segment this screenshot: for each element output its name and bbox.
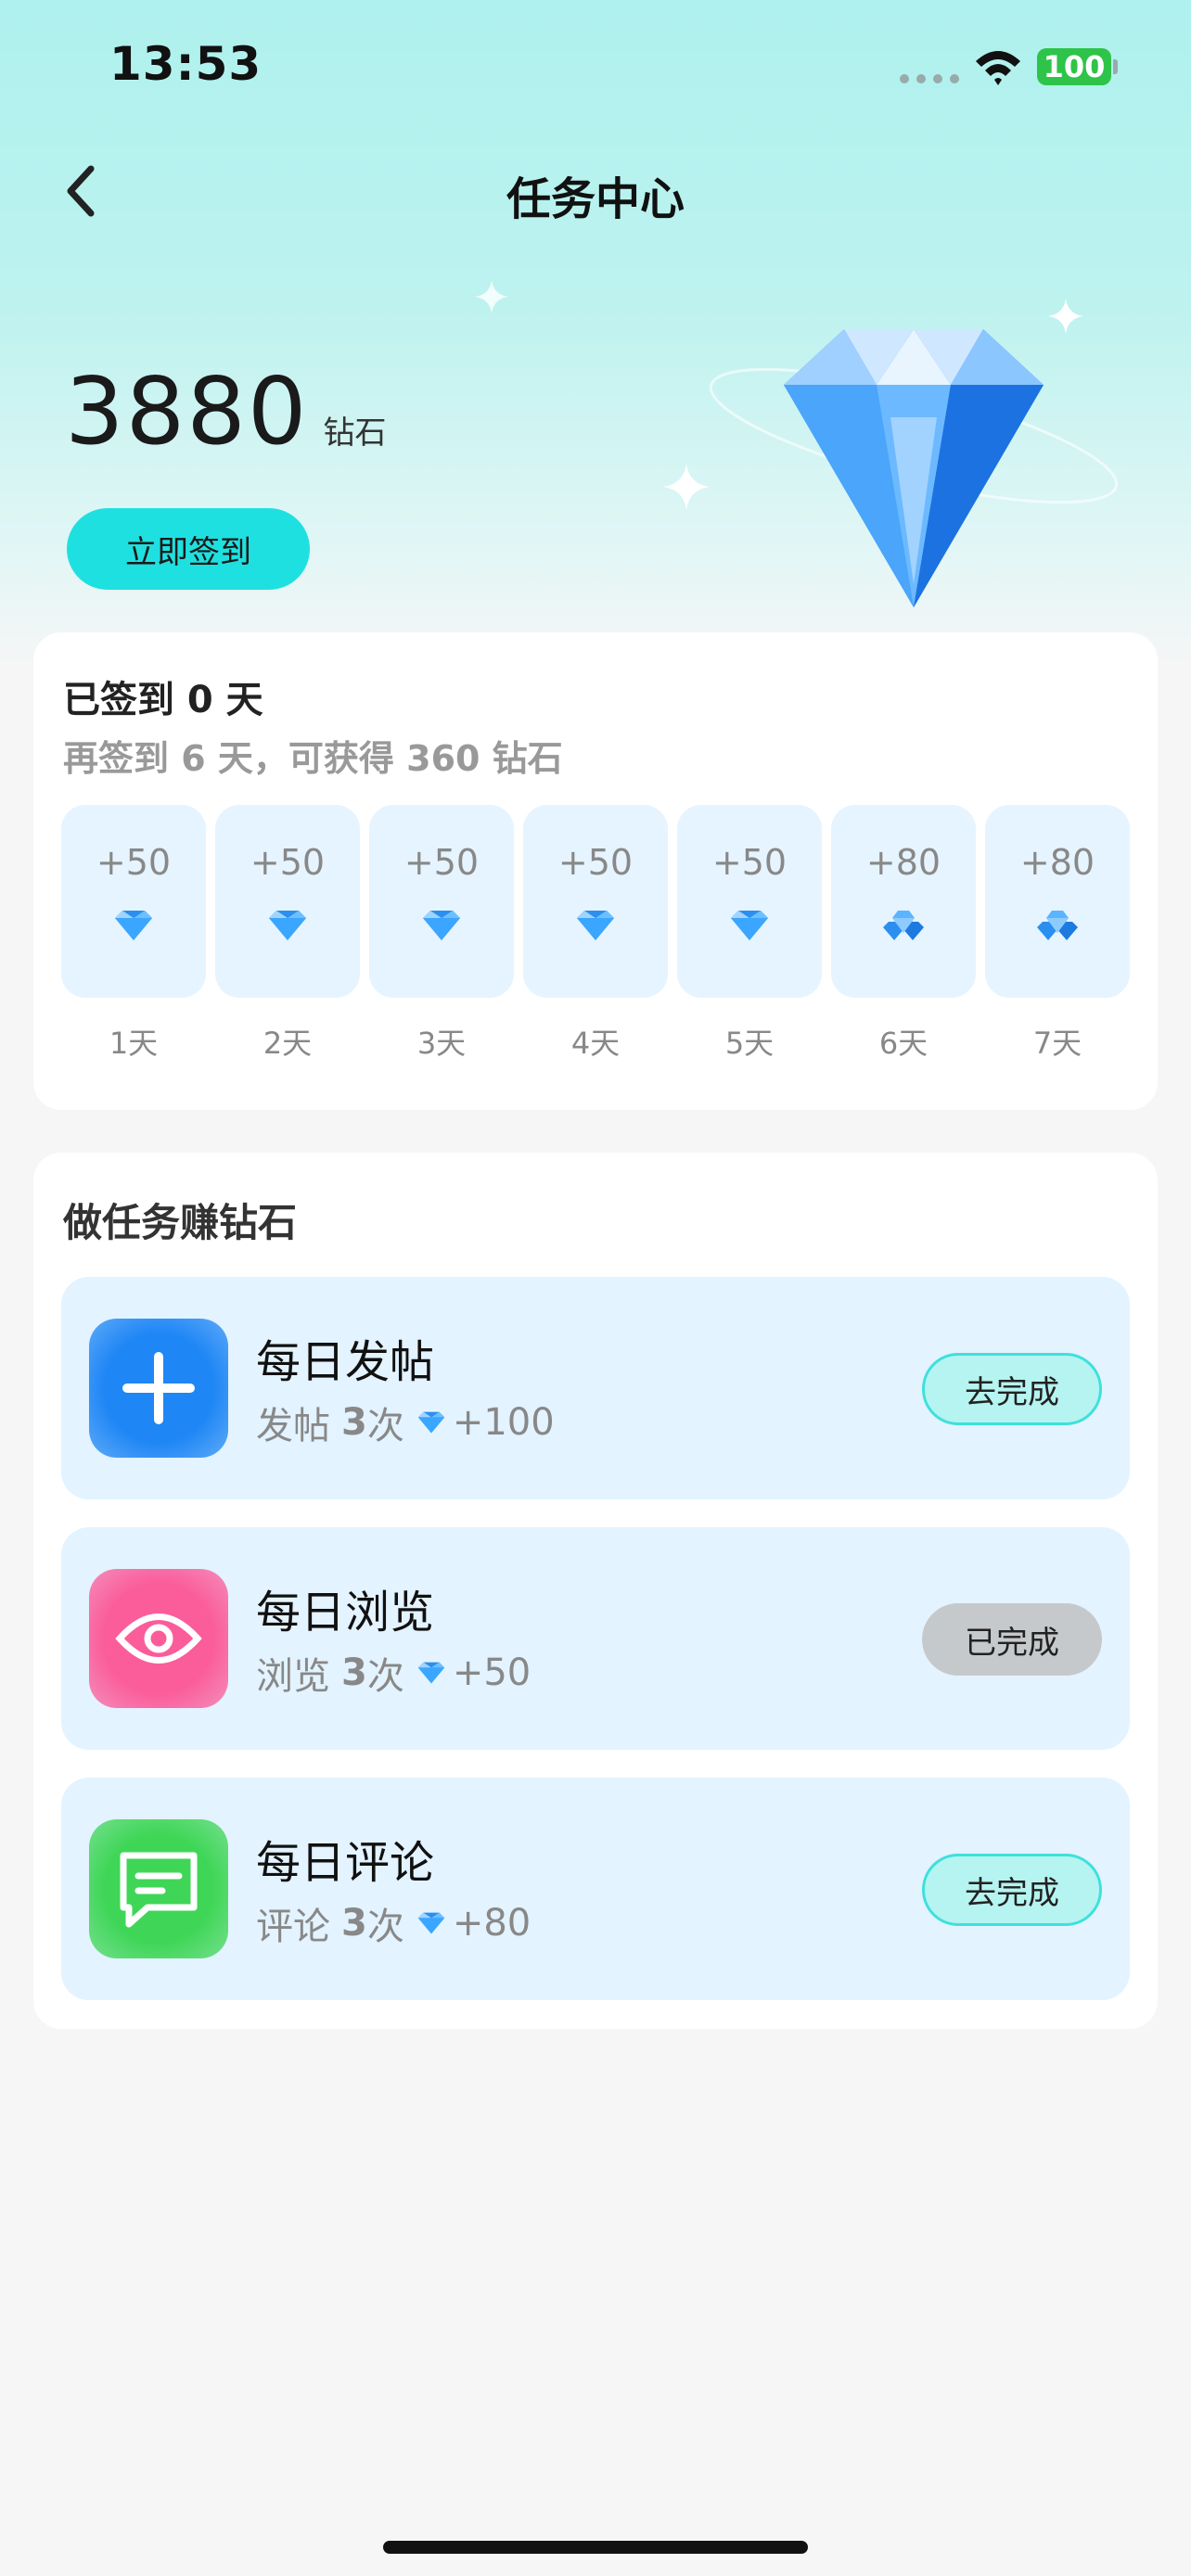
day-label: 3天 bbox=[416, 1026, 467, 1061]
signin-title: 已签到 0 天 bbox=[63, 679, 263, 721]
battery-icon: 100 bbox=[1037, 48, 1111, 85]
balance-unit: 钻石 bbox=[323, 414, 387, 452]
task-reward: +80 bbox=[452, 1902, 531, 1945]
day-reward: +50 bbox=[250, 842, 326, 883]
gem-icon bbox=[115, 911, 152, 940]
wifi-icon bbox=[976, 51, 1020, 85]
day-label: 1天 bbox=[109, 1026, 159, 1061]
signin-subtitle: 再签到 6 天，可获得 360 钻石 bbox=[63, 738, 563, 779]
signin-days: +50 1天 +50 2天 +50 3天 +50 4天 +50 5天 +80 6天 +80 7天 bbox=[61, 805, 1130, 1063]
signin-day: +50 2天 bbox=[215, 805, 360, 1063]
cellular-signal-icon bbox=[900, 74, 959, 83]
signin-day: +50 1天 bbox=[61, 805, 206, 1063]
status-time: 13:53 bbox=[109, 37, 263, 91]
task-action: 浏览 bbox=[256, 1655, 330, 1698]
day-label: 2天 bbox=[263, 1026, 313, 1061]
gem-icon bbox=[423, 911, 460, 940]
page-title: 任务中心 bbox=[506, 173, 685, 225]
day-reward: +80 bbox=[865, 842, 941, 883]
signin-day: +50 5天 bbox=[677, 805, 822, 1063]
signin-day-box[interactable]: +80 bbox=[985, 805, 1130, 998]
task-name: 每日发帖 bbox=[256, 1336, 435, 1388]
battery-nub bbox=[1113, 59, 1118, 74]
comment-icon bbox=[89, 1819, 228, 1958]
task-action-button[interactable]: 去完成 bbox=[922, 1353, 1102, 1425]
day-reward: +50 bbox=[96, 842, 172, 883]
home-indicator[interactable] bbox=[383, 2541, 808, 2554]
gem-pile-icon bbox=[883, 911, 924, 940]
signin-day-box[interactable]: +50 bbox=[677, 805, 822, 998]
sparkle-icon bbox=[663, 464, 710, 510]
task-reward: +100 bbox=[452, 1401, 555, 1444]
task-count: 3 bbox=[341, 1902, 367, 1945]
gem-icon bbox=[417, 1662, 445, 1684]
status-bar: 13:53 100 bbox=[0, 0, 1191, 139]
task-item: 每日评论评论 3 次 +80 去完成 bbox=[61, 1778, 1130, 2000]
gem-icon bbox=[731, 911, 768, 940]
task-count: 3 bbox=[341, 1401, 367, 1444]
signin-day-box[interactable]: +50 bbox=[523, 805, 668, 998]
task-name: 每日浏览 bbox=[256, 1587, 435, 1639]
signin-day-box[interactable]: +80 bbox=[831, 805, 976, 998]
tasks-card: 做任务赚钻石 每日发帖 发帖 3 次 +100 去完成 每日浏览 浏览 3 次 +50 已完成 每日评论… bbox=[33, 1153, 1158, 2029]
signin-day: +50 3天 bbox=[369, 805, 514, 1063]
balance-value: 3880 bbox=[65, 357, 309, 465]
day-reward: +80 bbox=[1019, 842, 1095, 883]
task-count: 3 bbox=[341, 1651, 367, 1694]
signin-day: +80 7天 bbox=[985, 805, 1130, 1063]
task-action: 发帖 bbox=[256, 1405, 330, 1447]
sparkle-icon bbox=[475, 280, 508, 313]
diamond-balance: 3880 钻石 bbox=[65, 357, 387, 465]
day-reward: +50 bbox=[557, 842, 634, 883]
task-reward: +50 bbox=[452, 1651, 531, 1694]
signin-day-box[interactable]: +50 bbox=[61, 805, 206, 998]
signin-card: 已签到 0 天 再签到 6 天，可获得 360 钻石 +50 1天 +50 2天 +50… bbox=[33, 632, 1158, 1110]
day-label: 6天 bbox=[878, 1026, 928, 1061]
tasks-title: 做任务赚钻石 bbox=[63, 1200, 298, 1245]
signin-day: +80 6天 bbox=[831, 805, 976, 1063]
gem-icon bbox=[269, 911, 306, 940]
day-label: 7天 bbox=[1032, 1026, 1082, 1061]
day-reward: +50 bbox=[711, 842, 788, 883]
signin-day: +50 4天 bbox=[523, 805, 668, 1063]
task-count-unit: 次 bbox=[366, 1405, 404, 1447]
plus-icon bbox=[89, 1319, 228, 1458]
task-name: 每日评论 bbox=[256, 1837, 435, 1889]
task-action: 评论 bbox=[256, 1906, 330, 1948]
gem-icon bbox=[577, 911, 614, 940]
eye-icon bbox=[89, 1569, 228, 1708]
gem-pile-icon bbox=[1037, 911, 1078, 940]
signin-day-box[interactable]: +50 bbox=[215, 805, 360, 998]
checkin-button[interactable]: 立即签到 bbox=[67, 508, 310, 590]
task-count-unit: 次 bbox=[366, 1906, 404, 1948]
signin-day-box[interactable]: +50 bbox=[369, 805, 514, 998]
task-action-button[interactable]: 已完成 bbox=[922, 1603, 1102, 1676]
day-label: 5天 bbox=[724, 1026, 775, 1061]
task-desc: 评论 3 次 +80 bbox=[256, 1896, 531, 1950]
task-desc: 浏览 3 次 +50 bbox=[256, 1646, 531, 1700]
task-count-unit: 次 bbox=[366, 1655, 404, 1698]
day-reward: +50 bbox=[403, 842, 480, 883]
sparkle-icon bbox=[1048, 299, 1083, 334]
task-desc: 发帖 3 次 +100 bbox=[256, 1396, 555, 1449]
task-action-button[interactable]: 去完成 bbox=[922, 1854, 1102, 1926]
gem-icon bbox=[417, 1411, 445, 1434]
day-label: 4天 bbox=[570, 1026, 621, 1061]
gem-icon bbox=[417, 1912, 445, 1934]
task-item: 每日浏览浏览 3 次 +50 已完成 bbox=[61, 1527, 1130, 1750]
task-item: 每日发帖发帖 3 次 +100 去完成 bbox=[61, 1277, 1130, 1499]
